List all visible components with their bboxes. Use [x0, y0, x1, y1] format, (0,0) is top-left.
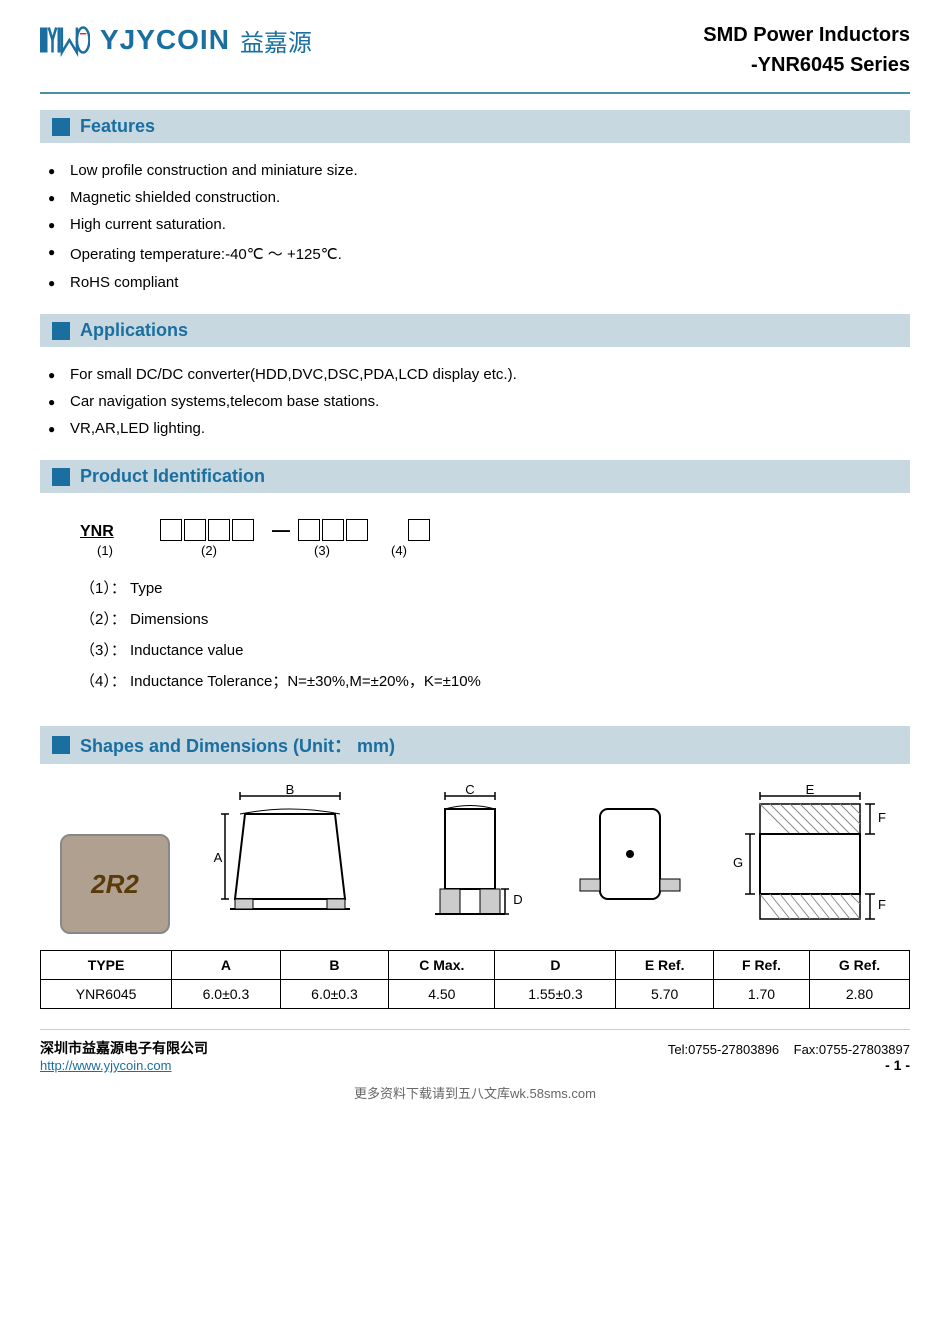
diagram-num2: (2) — [160, 543, 258, 558]
list-item: For small DC/DC converter(HDD,DVC,DSC,PD… — [40, 361, 910, 388]
table-header-gref: G Ref. — [810, 951, 910, 980]
footer-right: Tel:0755-27803896 Fax:0755-27803897 - 1 … — [668, 1042, 910, 1073]
logo-chinese: 益嘉源 — [240, 23, 312, 58]
diagram-box — [208, 519, 230, 541]
dimensions-table: TYPE A B C Max. D E Ref. F Ref. G Ref. Y… — [40, 950, 910, 1009]
efg-svg: E F G — [730, 784, 890, 934]
shapes-diagrams-area: 2R2 B A — [40, 774, 910, 934]
svg-text:F: F — [878, 810, 886, 825]
table-cell-gref: 2.80 — [810, 980, 910, 1009]
page-header: YJYCOIN 益嘉源 SMD Power Inductors -YNR6045… — [40, 20, 910, 94]
list-item: Magnetic shielded construction. — [40, 184, 910, 211]
svg-text:C: C — [465, 784, 474, 797]
applications-section-header: Applications — [40, 314, 910, 347]
features-blue-square — [52, 118, 70, 136]
shapes-blue-square — [52, 736, 70, 754]
table-cell-fref: 1.70 — [713, 980, 809, 1009]
pid-item: （2）： Dimensions — [80, 603, 890, 634]
footer-tel: Tel:0755-27803896 — [668, 1042, 779, 1057]
table-header-eref: E Ref. — [616, 951, 713, 980]
features-list: Low profile construction and miniature s… — [40, 153, 910, 300]
product-id-section-header: Product Identification — [40, 460, 910, 493]
shapes-section-header: Shapes and Dimensions (Unit： mm) — [40, 726, 910, 764]
list-item: High current saturation. — [40, 211, 910, 238]
table-header-a: A — [172, 951, 281, 980]
title-line1: SMD Power Inductors — [703, 20, 910, 50]
applications-list: For small DC/DC converter(HDD,DVC,DSC,PD… — [40, 357, 910, 446]
company-name: 深圳市益嘉源电子有限公司 — [40, 1038, 208, 1058]
list-item: Operating temperature:-40℃ ～ +125℃. — [40, 238, 910, 269]
side-profile-drawing: C D — [410, 784, 530, 934]
front-view-svg: B A — [210, 784, 370, 934]
table-cell-b: 6.0±0.3 — [280, 980, 389, 1009]
table-cell-type: YNR6045 — [41, 980, 172, 1009]
applications-title: Applications — [80, 320, 188, 341]
svg-text:G: G — [733, 855, 743, 870]
ynr-label: YNR — [80, 523, 130, 541]
diagram-box — [408, 519, 430, 541]
diagram-box — [346, 519, 368, 541]
front-view-drawing: B A — [210, 784, 370, 934]
pid-item: （3）： Inductance value — [80, 634, 890, 665]
diagram-box — [322, 519, 344, 541]
table-cell-cmax: 4.50 — [389, 980, 495, 1009]
svg-text:F: F — [878, 897, 886, 912]
table-header-cmax: C Max. — [389, 951, 495, 980]
side-profile-svg: C D — [410, 784, 530, 934]
svg-text:D: D — [513, 892, 522, 907]
list-item: RoHS compliant — [40, 269, 910, 296]
list-item: Low profile construction and miniature s… — [40, 157, 910, 184]
table-header-d: D — [495, 951, 616, 980]
website-link[interactable]: http://www.yjycoin.com — [40, 1058, 172, 1073]
svg-text:A: A — [214, 850, 223, 865]
diagram-dash: — — [272, 520, 290, 541]
product-id-blue-square — [52, 468, 70, 486]
efg-drawing: E F G — [730, 784, 890, 934]
diagram-box — [298, 519, 320, 541]
features-section-header: Features — [40, 110, 910, 143]
table-header-b: B — [280, 951, 389, 980]
svg-text:B: B — [286, 784, 295, 797]
table-header-type: TYPE — [41, 951, 172, 980]
table-cell-eref: 5.70 — [616, 980, 713, 1009]
footer-left: 深圳市益嘉源电子有限公司 http://www.yjycoin.com — [40, 1038, 208, 1073]
svg-text:E: E — [806, 784, 815, 797]
footer-fax: Fax:0755-27803897 — [794, 1042, 910, 1057]
shapes-title: Shapes and Dimensions (Unit： mm) — [80, 732, 395, 758]
features-title: Features — [80, 116, 155, 137]
logo-area: YJYCOIN 益嘉源 — [40, 20, 312, 60]
diagram-num3: (3) — [286, 543, 358, 558]
list-item: Car navigation systems,telecom base stat… — [40, 388, 910, 415]
diagram-num4: (4) — [388, 543, 410, 558]
table-cell-a: 6.0±0.3 — [172, 980, 281, 1009]
pid-item: （4）： Inductance Tolerance；N=±30%,M=±20%，… — [80, 665, 890, 696]
inductor-photo: 2R2 — [60, 834, 170, 934]
table-header-fref: F Ref. — [713, 951, 809, 980]
logo-text: YJYCOIN — [100, 24, 230, 56]
list-item: VR,AR,LED lighting. — [40, 415, 910, 442]
product-id-diagram: YNR — (1) (2) (3) (4) （1）： Type — [40, 503, 910, 712]
logo-icon — [40, 20, 90, 60]
header-title: SMD Power Inductors -YNR6045 Series — [703, 20, 910, 80]
diagram-box — [160, 519, 182, 541]
diagram-box — [232, 519, 254, 541]
diagram-box — [184, 519, 206, 541]
pid-item: （1）： Type — [80, 572, 890, 603]
watermark: 更多资料下载请到五八文库wk.58sms.com — [40, 1083, 910, 1102]
applications-blue-square — [52, 322, 70, 340]
inductor-photo-component: 2R2 — [60, 834, 170, 934]
table-cell-d: 1.55±0.3 — [495, 980, 616, 1009]
component-view2-svg — [570, 784, 690, 934]
page-number: - 1 - — [885, 1057, 910, 1073]
page-footer: 深圳市益嘉源电子有限公司 http://www.yjycoin.com Tel:… — [40, 1029, 910, 1073]
title-line2: -YNR6045 Series — [703, 50, 910, 80]
product-id-title: Product Identification — [80, 466, 265, 487]
component-view2 — [570, 784, 690, 934]
table-row: YNR6045 6.0±0.3 6.0±0.3 4.50 1.55±0.3 5.… — [41, 980, 910, 1009]
diagram-num1: (1) — [80, 543, 130, 558]
